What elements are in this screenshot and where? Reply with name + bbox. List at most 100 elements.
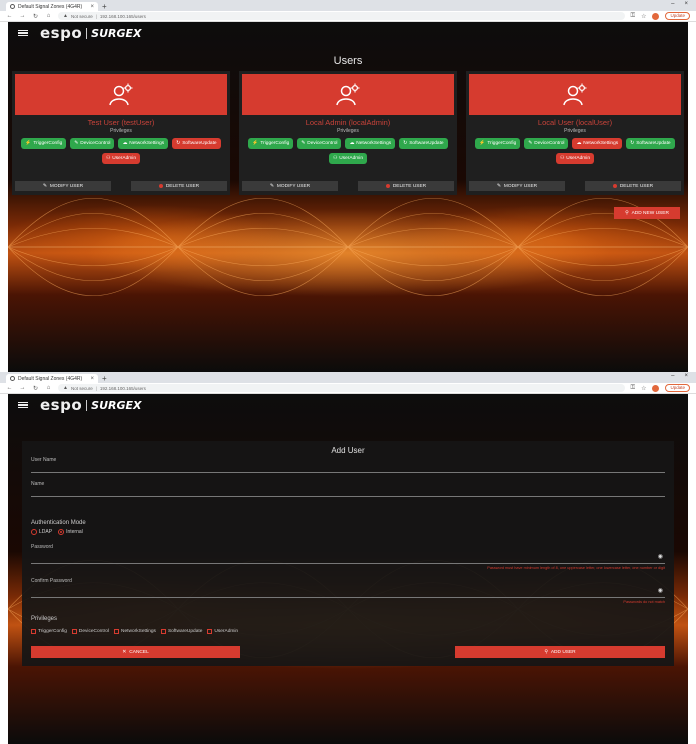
app-header: espo SURGEX (8, 22, 688, 44)
forward-arrow-icon[interactable]: → (19, 13, 26, 19)
tab-close-icon[interactable]: × (90, 4, 94, 10)
minimize-button[interactable]: – (671, 1, 674, 7)
checkbox-icon (114, 629, 120, 634)
user-settings-icon (563, 83, 587, 105)
star-icon[interactable]: ☆ (641, 385, 646, 392)
privilege-icon: ⚇ (559, 156, 565, 161)
auth-radio-internal[interactable]: Internal (58, 529, 83, 535)
privilege-checkbox-triggerconfig[interactable]: TriggerConfig (31, 629, 67, 634)
privilege-icon: ⚡ (479, 141, 486, 146)
modify-user-label: MODIFY USER (503, 183, 538, 189)
key-icon[interactable]: ⚿ (631, 385, 636, 392)
tab-close-icon[interactable]: × (90, 376, 94, 382)
privileges-label: Privileges (31, 616, 58, 622)
modify-user-button[interactable]: ✎ MODIFY USER (469, 181, 565, 191)
privilege-chips: ⚡ TriggerConfig ✎ DeviceControl ☁ Networ… (239, 134, 457, 164)
privilege-chip-networksettings: ☁ NetworkSettings (345, 138, 396, 149)
privilege-checkbox-networksettings[interactable]: NetworkSettings (114, 629, 156, 634)
add-new-user-button[interactable]: ⚲ ADD NEW USER (614, 207, 680, 219)
show-confirm-password-icon[interactable]: ◉ (658, 587, 663, 594)
privilege-icon: ☁ (576, 141, 582, 146)
modify-user-button[interactable]: ✎ MODIFY USER (242, 181, 338, 191)
checkbox-icon (71, 629, 77, 634)
delete-user-button[interactable]: DELETE USER (585, 181, 681, 191)
home-icon[interactable]: ⌂ (45, 385, 52, 391)
profile-avatar[interactable] (652, 12, 660, 20)
url-text: 192.168.100.165/users (99, 385, 146, 391)
privilege-label: NetworkSettings (356, 141, 392, 146)
form-title: Add User (331, 446, 365, 455)
add-new-user-label: ADD NEW USER (631, 210, 669, 216)
forward-arrow-icon[interactable]: → (19, 385, 26, 391)
surgex-logo: SURGEX (91, 398, 142, 412)
reload-icon[interactable]: ↻ (32, 13, 39, 20)
espo-logo: espo (40, 396, 83, 414)
privilege-checkbox-softwareupdate[interactable]: SoftwareUpdate (160, 629, 203, 634)
privilege-label: SoftwareUpdate (409, 141, 444, 146)
back-arrow-icon[interactable]: ← (6, 385, 13, 391)
menu-icon[interactable] (18, 29, 28, 37)
minimize-button[interactable]: – (671, 373, 674, 379)
add-user-button[interactable]: ⚲ ADD USER (455, 646, 665, 658)
home-icon[interactable]: ⌂ (45, 13, 52, 19)
pencil-icon: ✎ (269, 183, 274, 189)
delete-user-button[interactable]: DELETE USER (131, 181, 227, 191)
delete-icon (385, 184, 390, 188)
show-password-icon[interactable]: ◉ (658, 553, 663, 560)
update-button[interactable]: Update (665, 12, 690, 20)
password-label: Password (31, 544, 53, 550)
url-field[interactable]: ▲ Not secure | 192.168.100.165/users (58, 12, 625, 20)
name-field[interactable]: Name (31, 481, 665, 497)
privilege-checkbox-useradmin[interactable]: UserAdmin (207, 629, 238, 634)
user-avatar-header (469, 74, 681, 115)
new-tab-button[interactable]: + (102, 2, 107, 11)
password-field[interactable]: Password ◉ (31, 544, 665, 564)
privilege-icon: ☁ (122, 141, 128, 146)
browser-tab[interactable]: Default Signal Zones (4G4R) × (6, 2, 98, 11)
privilege-chip-devicecontrol: ✎ DeviceControl (70, 138, 115, 149)
star-icon[interactable]: ☆ (641, 13, 646, 20)
privilege-label: SoftwareUpdate (182, 141, 217, 146)
cancel-button[interactable]: ✕ CANCEL (31, 646, 240, 658)
confirm-password-error: Passwords do not match (623, 600, 665, 604)
back-arrow-icon[interactable]: ← (6, 13, 13, 19)
site-favicon-icon (10, 376, 15, 381)
new-tab-button[interactable]: + (102, 374, 107, 383)
user-name-label: User Name (31, 457, 57, 463)
confirm-password-field[interactable]: Confirm Password ◉ (31, 578, 665, 598)
user-card: Local Admin (localAdmin) Privileges ⚡ Tr… (239, 71, 457, 195)
checkbox-label: SoftwareUpdate (167, 629, 203, 634)
user-card: Local User (localUser) Privileges ⚡ Trig… (466, 71, 684, 195)
confirm-password-label: Confirm Password (31, 578, 72, 584)
key-icon[interactable]: ⚿ (631, 13, 636, 20)
reload-icon[interactable]: ↻ (32, 385, 39, 392)
privilege-chip-triggerconfig: ⚡ TriggerConfig (475, 138, 521, 149)
tab-title: Default Signal Zones (4G4R) (18, 3, 83, 10)
close-window-button[interactable]: × (684, 373, 688, 379)
name-label: Name (31, 481, 45, 487)
user-cards: Test User (testUser) Privileges ⚡ Trigge… (12, 71, 684, 195)
close-window-button[interactable]: × (684, 1, 688, 7)
privilege-label: DeviceControl (80, 141, 111, 146)
url-field[interactable]: ▲ Not secure | 192.168.100.165/users (58, 384, 625, 392)
auth-radio-ldap[interactable]: LDAP (31, 529, 52, 535)
radio-label: Internal (66, 529, 83, 535)
checkbox-icon (160, 629, 166, 634)
modify-user-button[interactable]: ✎ MODIFY USER (15, 181, 111, 191)
privilege-icon: ✎ (74, 141, 79, 146)
profile-avatar[interactable] (652, 384, 660, 392)
delete-user-button[interactable]: DELETE USER (358, 181, 454, 191)
user-settings-icon (336, 83, 360, 105)
privilege-checkbox-devicecontrol[interactable]: DeviceControl (71, 629, 109, 634)
menu-icon[interactable] (18, 401, 28, 409)
privilege-label: DeviceControl (534, 141, 565, 146)
privilege-chip-devicecontrol: ✎ DeviceControl (524, 138, 569, 149)
user-name-field[interactable]: User Name (31, 457, 665, 473)
not-secure-label: Not secure (70, 385, 93, 391)
user-avatar-header (242, 74, 454, 115)
privilege-icon: ⚇ (105, 156, 111, 161)
update-button[interactable]: Update (665, 384, 690, 392)
espo-logo: espo (40, 24, 83, 42)
browser-tab[interactable]: Default Signal Zones (4G4R) × (6, 374, 98, 383)
delete-user-label: DELETE USER (619, 183, 654, 189)
